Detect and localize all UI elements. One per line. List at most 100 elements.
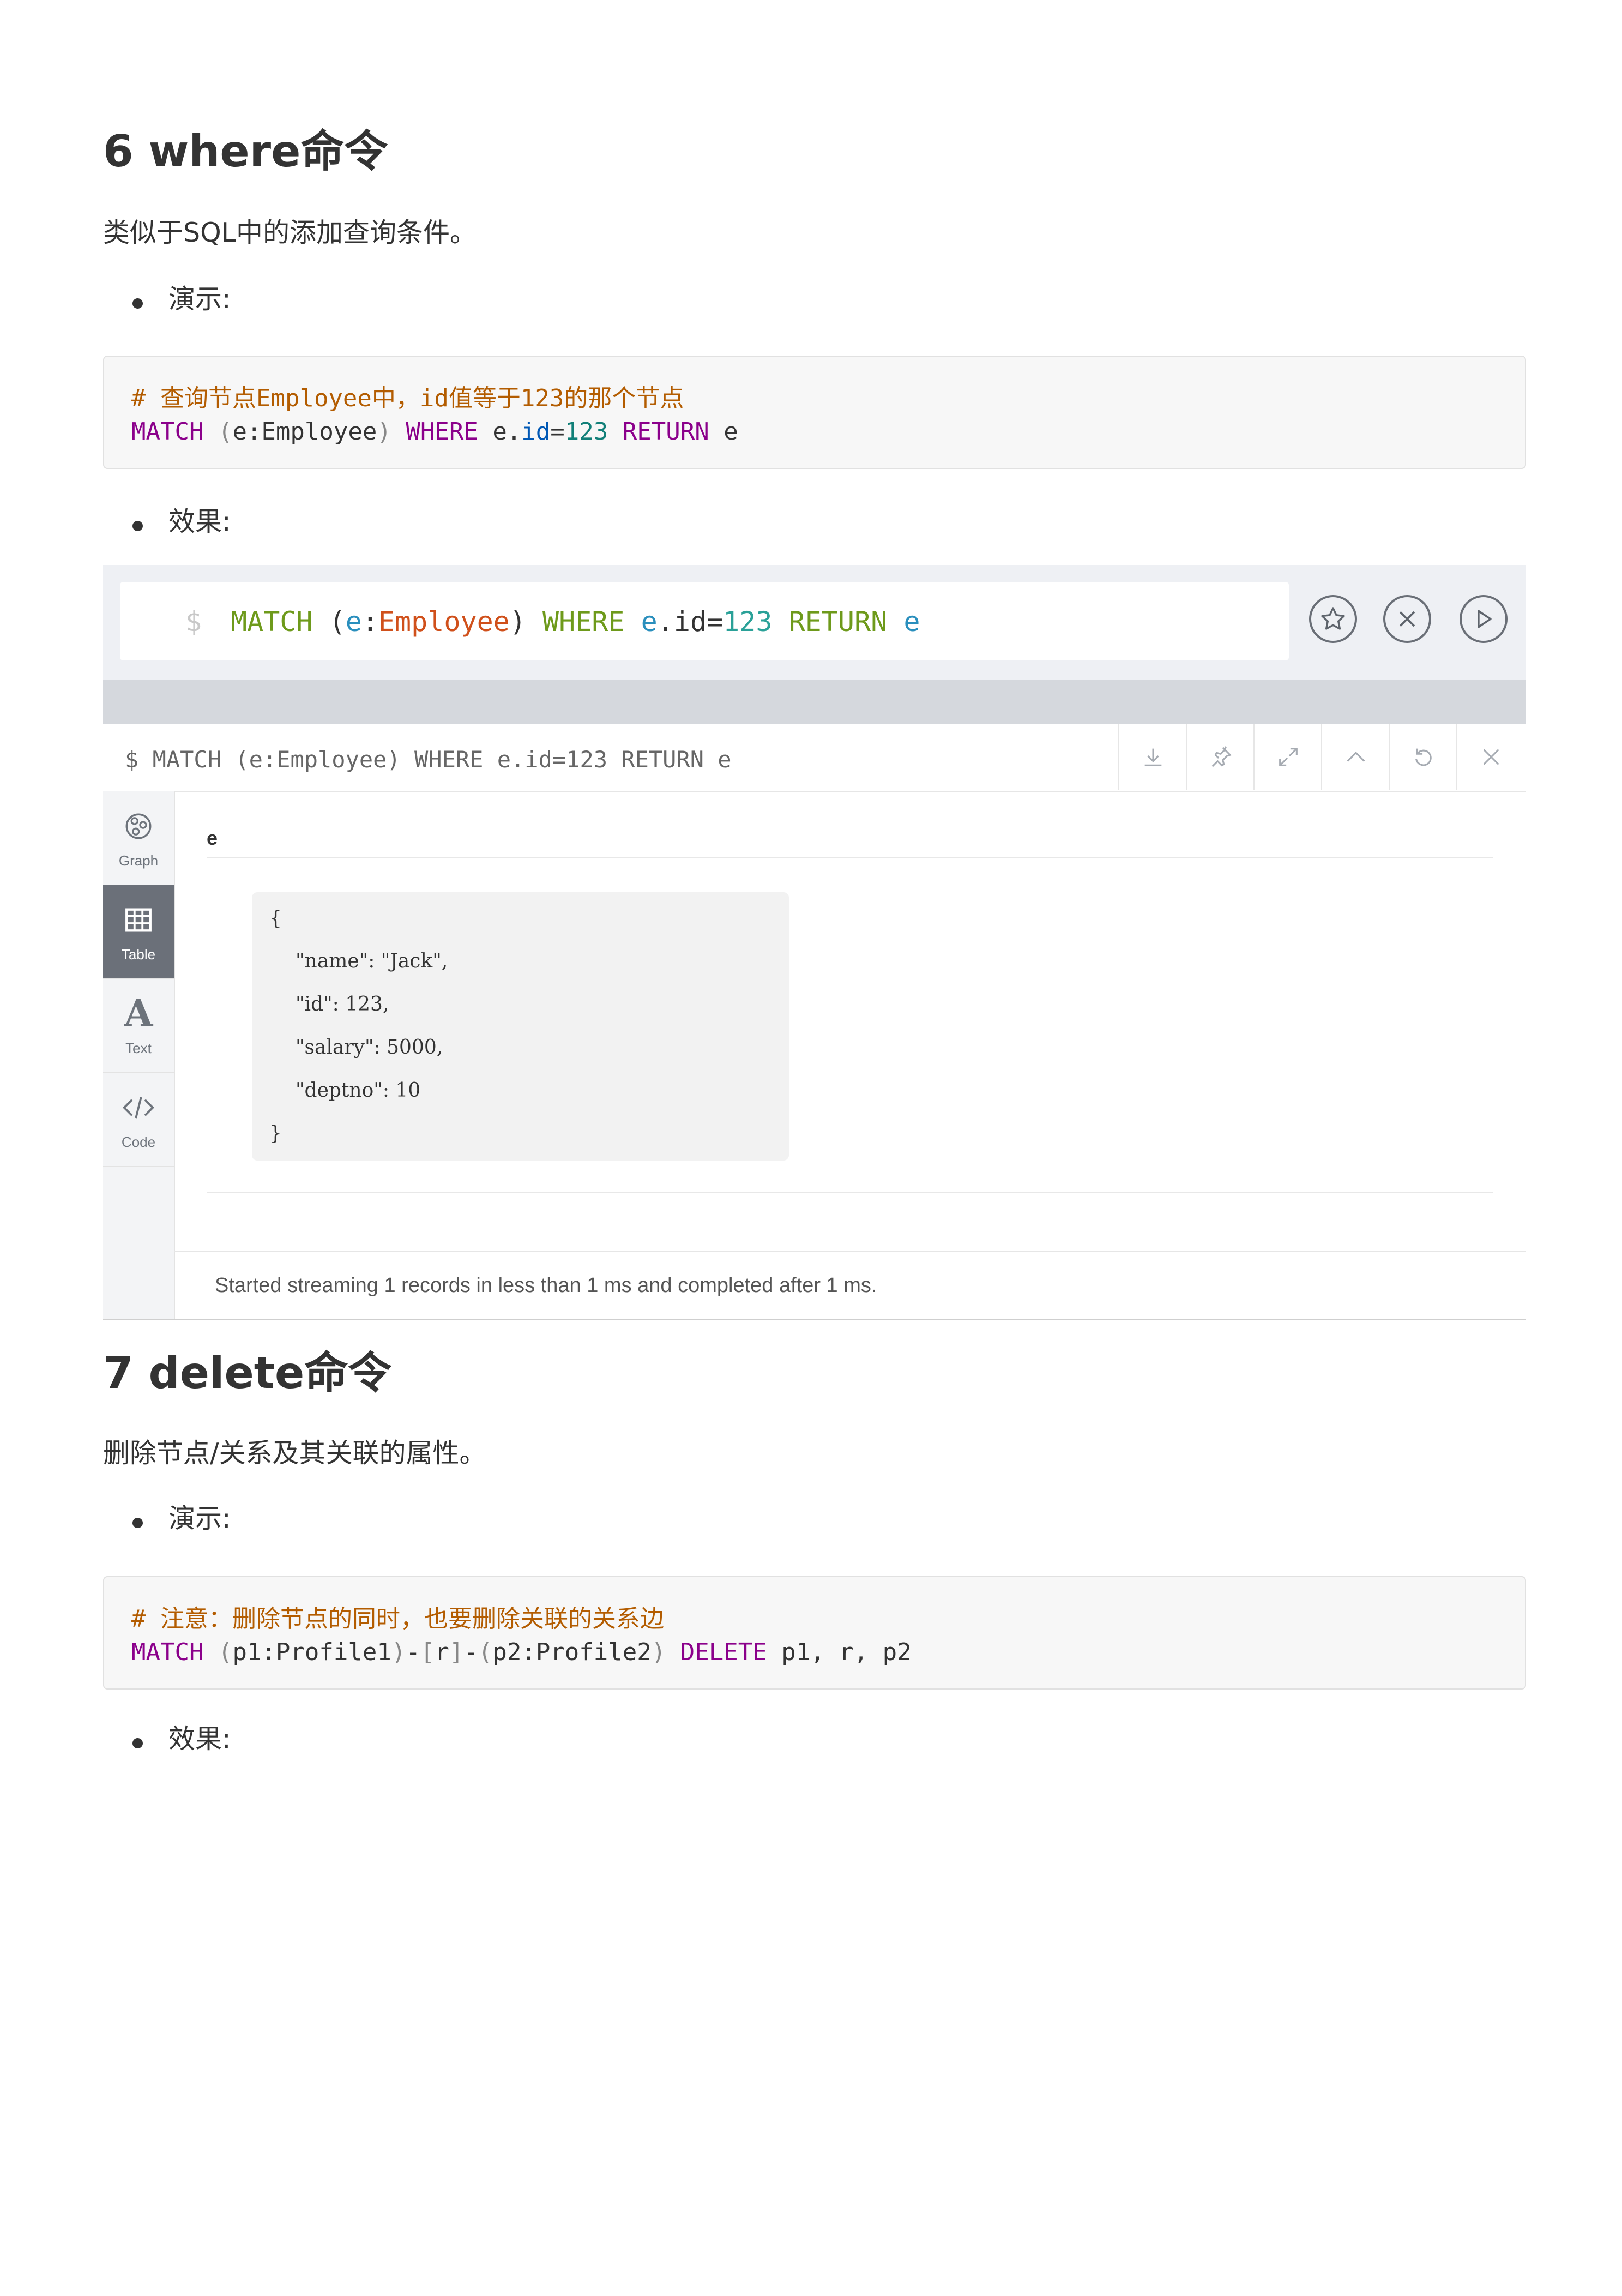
bullet-label: 演示:: [168, 284, 231, 315]
editor-prompt: $: [185, 606, 202, 638]
star-icon[interactable]: [1309, 595, 1357, 643]
var: e: [903, 606, 920, 638]
close-icon[interactable]: [1456, 724, 1525, 790]
bullet-label: 演示:: [168, 1503, 231, 1534]
view-label: Code: [121, 1133, 156, 1150]
status-message: Started streaming 1 records in less than…: [215, 1274, 877, 1297]
kw-return: RETURN: [622, 418, 709, 446]
table-icon: [123, 900, 154, 940]
result-view-sidebar: Graph Table A Text Code: [103, 791, 175, 1320]
var-e: e.: [492, 418, 522, 446]
json-line: "id": 123,: [296, 993, 389, 1015]
document-page: 6 where命令 类似于SQL中的添加查询条件。 演示: # 查询节点Empl…: [0, 0, 1622, 2296]
code-line: MATCH (e:Employee) WHERE e.id=123 RETURN…: [131, 418, 738, 446]
kw-match: MATCH: [131, 1638, 204, 1666]
frame-bottom-border: [103, 1319, 1526, 1320]
result-frame-header: $ MATCH (e:Employee) WHERE e.id=123 RETU…: [103, 724, 1526, 792]
json-line: }: [269, 1122, 282, 1145]
view-table-tab[interactable]: Table: [103, 885, 174, 979]
paren: (: [218, 418, 233, 446]
query-editor[interactable]: $ MATCH (e:Employee) WHERE e.id=123 RETU…: [120, 582, 1289, 660]
comment-text: # 注意：删除节点的同时，也要删除关联的关系边: [131, 1605, 664, 1633]
paren: (: [329, 606, 346, 638]
table-divider: [207, 1192, 1493, 1193]
delete-targets: p1, r, p2: [781, 1638, 912, 1666]
kw-where: WHERE: [542, 606, 625, 638]
node-pattern: p1:Profile1: [232, 1638, 391, 1666]
rerun-icon[interactable]: [1389, 724, 1457, 790]
label: Employee: [378, 606, 510, 638]
pin-icon[interactable]: [1186, 724, 1255, 790]
json-line: "salary": 5000,: [296, 1036, 443, 1059]
rel-var: r: [435, 1638, 449, 1666]
text-icon: A: [124, 991, 153, 1036]
number: 123: [564, 418, 608, 446]
table-column-header: e: [207, 827, 218, 849]
paren: (: [478, 1638, 493, 1666]
code-comment: # 注意：删除节点的同时，也要删除关联的关系边: [131, 1599, 664, 1634]
bullet-label: 效果:: [168, 1723, 231, 1754]
eq: =: [550, 418, 565, 446]
code-comment: # 查询节点Employee中，id值等于123的那个节点: [131, 378, 684, 413]
code-line: MATCH (p1:Profile1)-[r]-(p2:Profile2) DE…: [131, 1638, 912, 1666]
code-block-delete: # 注意：删除节点的同时，也要删除关联的关系边 MATCH (p1:Profil…: [103, 1576, 1526, 1690]
section-6-heading: 6 where命令: [103, 126, 388, 177]
neo4j-browser-screenshot: $ MATCH (e:Employee) WHERE e.id=123 RETU…: [103, 565, 1526, 1320]
paren: (: [218, 1638, 233, 1666]
bullet-dot-icon: [132, 1518, 143, 1528]
return-var: e: [723, 418, 738, 446]
paren: ): [651, 1638, 666, 1666]
bullet-label: 效果:: [168, 506, 231, 537]
table-divider: [207, 857, 1493, 858]
view-graph-tab[interactable]: Graph: [103, 791, 174, 886]
node-pattern: p2:Profile2: [492, 1638, 652, 1666]
dash: -: [463, 1638, 478, 1666]
prop: .id=: [657, 606, 723, 638]
var: e: [345, 606, 362, 638]
view-label: Table: [121, 946, 156, 963]
paren: ): [509, 606, 526, 638]
kw-match: MATCH: [131, 418, 204, 446]
node-pattern: e:Employee: [232, 418, 377, 446]
section-7-heading: 7 delete命令: [103, 1348, 392, 1398]
colon: :: [361, 606, 378, 638]
kw-return: RETURN: [788, 606, 888, 638]
code-block-where: # 查询节点Employee中，id值等于123的那个节点 MATCH (e:E…: [103, 356, 1526, 469]
prop-id: id: [521, 418, 551, 446]
dash: -: [406, 1638, 420, 1666]
json-line: "deptno": 10: [296, 1079, 421, 1102]
collapse-icon[interactable]: [1321, 724, 1390, 790]
comment-text: # 查询节点Employee中，id值等于123的那个节点: [131, 384, 684, 412]
expand-icon[interactable]: [1253, 724, 1322, 790]
graph-icon: [123, 807, 154, 846]
status-separator: [174, 1251, 1526, 1252]
view-label: Text: [125, 1039, 152, 1056]
kw-delete: DELETE: [680, 1638, 767, 1666]
var: e: [641, 606, 658, 638]
bullet-dot-icon: [132, 298, 143, 309]
view-code-tab[interactable]: Code: [103, 1072, 174, 1167]
paren: ): [391, 1638, 406, 1666]
json-line: "name": "Jack",: [296, 950, 448, 972]
kw-match: MATCH: [231, 606, 313, 638]
table-cell-node-json: { "name": "Jack", "id": 123, "salary": 5…: [252, 892, 789, 1161]
view-label: Graph: [118, 852, 159, 869]
bracket: [: [420, 1638, 435, 1666]
kw-where: WHERE: [406, 418, 478, 446]
bullet-dot-icon: [132, 521, 143, 531]
download-icon[interactable]: [1118, 724, 1187, 790]
code-icon: [122, 1088, 155, 1127]
section-7-description: 删除节点/关系及其关联的属性。: [103, 1438, 486, 1469]
editor-query[interactable]: MATCH (e:Employee) WHERE e.id=123 RETURN…: [231, 606, 920, 638]
frame-query[interactable]: $ MATCH (e:Employee) WHERE e.id=123 RETU…: [125, 746, 732, 773]
section-6-description: 类似于SQL中的添加查询条件。: [103, 217, 477, 248]
bullet-dot-icon: [132, 1738, 143, 1748]
play-icon[interactable]: [1460, 595, 1508, 643]
json-line: {: [269, 907, 282, 930]
close-circle-icon[interactable]: [1383, 595, 1431, 643]
number: 123: [723, 606, 773, 638]
stream-divider: [103, 680, 1526, 724]
paren: ): [377, 418, 391, 446]
bracket: ]: [449, 1638, 464, 1666]
view-text-tab[interactable]: A Text: [103, 978, 174, 1073]
